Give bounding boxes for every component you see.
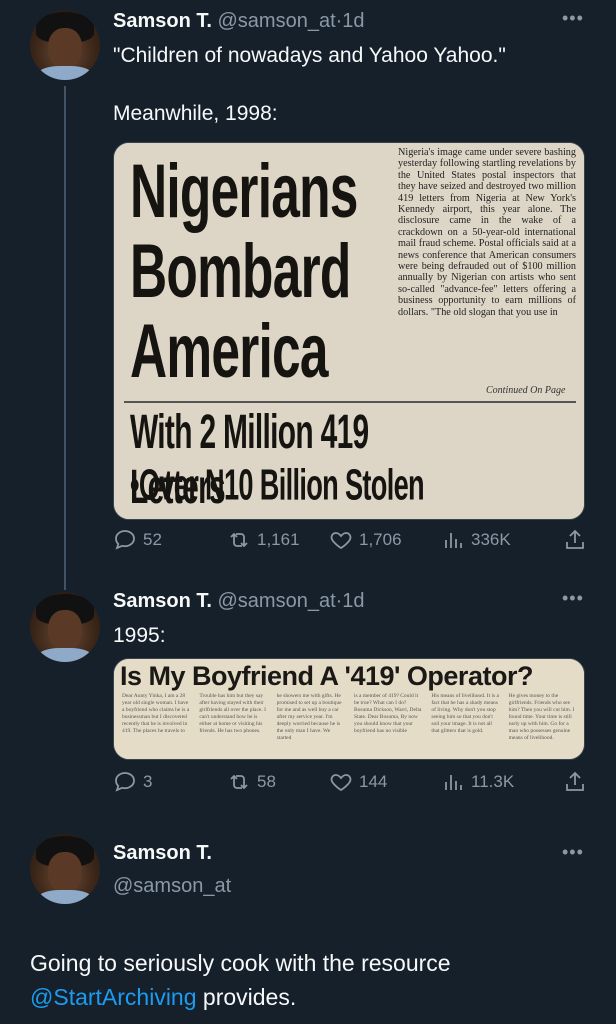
divider	[124, 401, 576, 403]
tweet-header: Samson T. @samson_at·1d	[113, 590, 365, 613]
view-count: 336K	[471, 530, 511, 549]
tweet-2[interactable]: Samson T. @samson_at·1d ••• 1995: Is My …	[0, 586, 616, 816]
clipping-article-text: Nigeria's image came under severe bashin…	[398, 147, 576, 318]
tweet-1[interactable]: Samson T. @samson_at·1d ••• "Children of…	[0, 0, 616, 580]
newspaper-clipping: Nigerians Bombard America Nigeria's imag…	[114, 143, 584, 519]
more-options-icon[interactable]: •••	[562, 588, 584, 609]
clipping-column: His means of livelihood. It is a fact th…	[431, 693, 499, 734]
clipping-subheadline: •Over N10 Billion Stolen	[130, 461, 425, 510]
tweet-text-line: Meanwhile, 1998:	[113, 102, 278, 125]
reply-button[interactable]: 52	[113, 528, 162, 552]
avatar[interactable]	[30, 592, 100, 662]
clipping-column: is a member of 419? Could it be true? Wh…	[353, 693, 422, 734]
author-name[interactable]: Samson T.	[113, 590, 212, 612]
retweet-icon	[230, 774, 248, 790]
clipping-column: Trouble has him but they say after havin…	[199, 693, 266, 734]
retweet-button[interactable]: 1,161	[227, 528, 300, 552]
tweet-header: Samson T. @samson_at	[113, 842, 231, 898]
share-button[interactable]	[563, 528, 587, 552]
retweet-count: 58	[257, 772, 276, 791]
tweet-actions: 3 58 144 11.3K	[113, 770, 593, 794]
analytics-icon	[445, 775, 462, 790]
clipping-headline-line: Nigerians	[130, 148, 358, 234]
tweet-header: Samson T. @samson_at·1d	[113, 10, 365, 33]
tweet-text: "Children of nowadays and Yahoo Yahoo." …	[113, 42, 506, 128]
heart-icon	[330, 532, 352, 550]
view-count: 11.3K	[471, 772, 515, 791]
like-button[interactable]: 144	[329, 770, 387, 794]
tweet-3-focused[interactable]: Samson T. @samson_at ••• Going to seriou…	[0, 826, 616, 1024]
retweet-count: 1,161	[257, 530, 300, 549]
clipping-column: he showers me with gifts. He promised to…	[276, 693, 342, 741]
tweet-text: 1995:	[113, 624, 166, 647]
like-count: 1,706	[359, 530, 402, 549]
clipping-headline-line: America	[130, 308, 329, 394]
tweet-actions: 52 1,161 1,706 336K	[113, 528, 593, 552]
tweet-image-1998-clipping[interactable]: Nigerians Bombard America Nigeria's imag…	[113, 142, 585, 520]
heart-icon	[330, 774, 352, 792]
tweet-text-line: "Children of nowadays and Yahoo Yahoo."	[113, 44, 506, 67]
like-count: 144	[359, 772, 388, 791]
author-handle[interactable]: @samson_at	[217, 10, 335, 32]
clipping-body: Dear Aunty Yinka, I am a 28 year old sin…	[122, 693, 578, 755]
more-options-icon[interactable]: •••	[562, 842, 584, 863]
mention-link[interactable]: @StartArchiving	[30, 984, 197, 1010]
reply-icon	[115, 772, 135, 792]
share-button[interactable]	[563, 770, 587, 794]
reply-count: 3	[143, 772, 153, 791]
clipping-column: Dear Aunty Yinka, I am a 28 year old sin…	[122, 693, 190, 734]
retweet-button[interactable]: 58	[227, 770, 276, 794]
reply-icon	[115, 530, 135, 550]
tweet-text-part: Going to seriously cook with the resourc…	[30, 950, 451, 976]
analytics-icon	[445, 533, 462, 548]
clipping-headline: Is My Boyfriend A '419' Operator?	[120, 661, 533, 691]
author-name[interactable]: Samson T.	[113, 10, 212, 32]
clipping-headline-line: Bombard	[130, 228, 351, 314]
avatar[interactable]	[30, 834, 100, 904]
more-options-icon[interactable]: •••	[562, 8, 584, 29]
share-icon	[566, 771, 584, 791]
tweet-image-1995-clipping[interactable]: Is My Boyfriend A '419' Operator? Dear A…	[113, 658, 585, 760]
views-button[interactable]: 336K	[441, 528, 511, 552]
reply-button[interactable]: 3	[113, 770, 152, 794]
clipping-continued-note: Continued On Page	[486, 385, 566, 396]
retweet-icon	[230, 532, 248, 548]
avatar[interactable]	[30, 10, 100, 80]
newspaper-clipping: Is My Boyfriend A '419' Operator? Dear A…	[114, 659, 584, 759]
author-name[interactable]: Samson T.	[113, 842, 231, 865]
tweet-text-part: provides.	[202, 984, 297, 1010]
tweet-text: Going to seriously cook with the resourc…	[30, 946, 590, 1014]
author-handle[interactable]: @samson_at	[217, 590, 335, 612]
author-handle[interactable]: @samson_at	[113, 875, 231, 898]
tweet-age[interactable]: 1d	[342, 590, 364, 612]
reply-count: 52	[143, 530, 162, 549]
clipping-column: He gives money to the girlfriends. Frien…	[508, 693, 575, 741]
tweet-age[interactable]: 1d	[342, 10, 364, 32]
views-button[interactable]: 11.3K	[441, 770, 514, 794]
share-icon	[566, 529, 584, 549]
like-button[interactable]: 1,706	[329, 528, 402, 552]
